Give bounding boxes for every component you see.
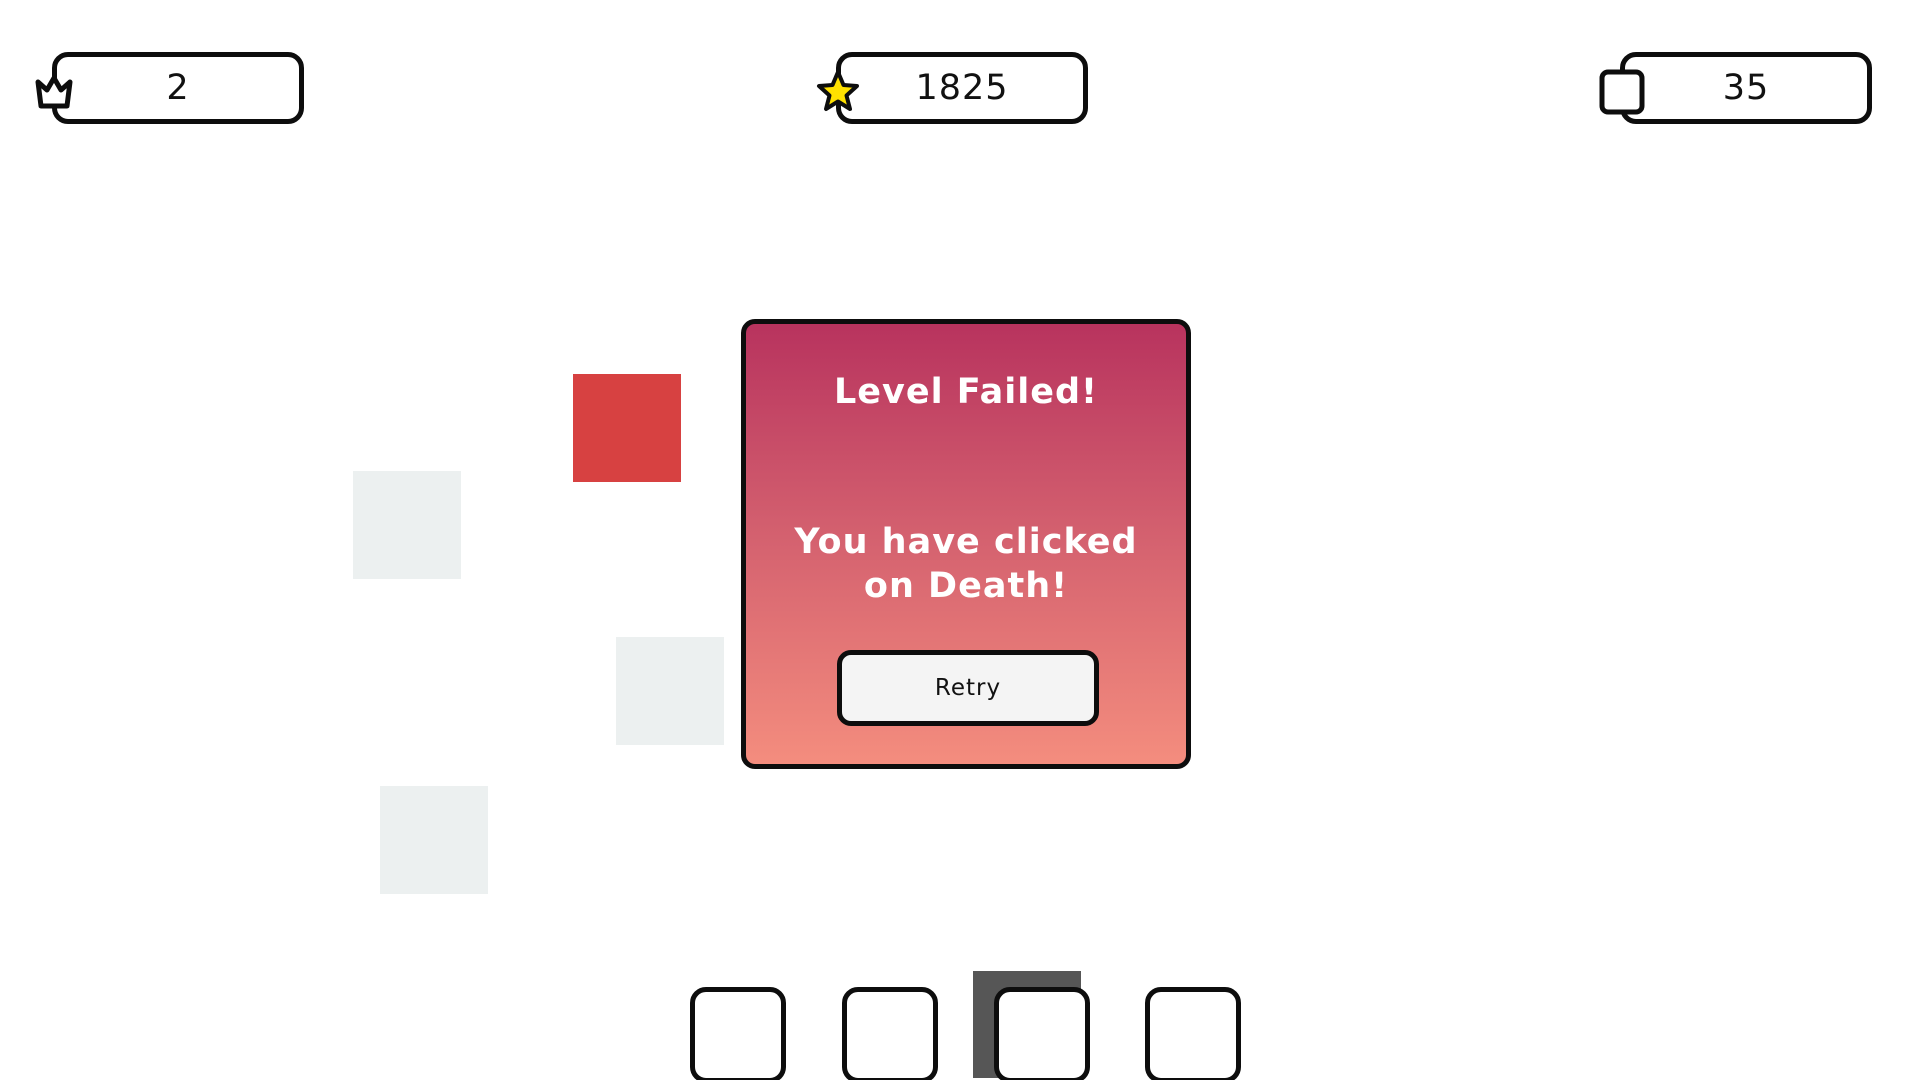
square-icon [1599, 69, 1645, 115]
lives-box: 2 [52, 52, 304, 124]
faded-tile [616, 637, 724, 745]
score-value: 1825 [915, 68, 1009, 108]
remaining-box: 35 [1620, 52, 1872, 124]
remaining-counter: 35 [1599, 52, 1876, 124]
tile-slot-3[interactable] [994, 987, 1090, 1080]
lives-value: 2 [166, 68, 190, 108]
crown-icon [35, 75, 73, 109]
dialog-title: Level Failed! [834, 372, 1098, 412]
remaining-value: 35 [1722, 68, 1770, 108]
tile-slot-1[interactable] [690, 987, 786, 1080]
lives-counter: 2 [35, 52, 308, 124]
game-stage: 2 1825 35 Level Failed! You have clicked… [0, 0, 1920, 1080]
faded-tile [380, 786, 488, 894]
retry-button[interactable]: Retry [837, 650, 1099, 726]
tile-slot-4[interactable] [1145, 987, 1241, 1080]
star-icon [817, 70, 859, 111]
death-tile[interactable] [573, 374, 681, 482]
level-failed-dialog: Level Failed! You have clicked on Death!… [741, 319, 1191, 769]
score-box: 1825 [836, 52, 1088, 124]
faded-tile [353, 471, 461, 579]
tile-slot-2[interactable] [842, 987, 938, 1080]
score-counter: 1825 [817, 52, 1092, 124]
dialog-message: You have clicked on Death! [794, 522, 1138, 606]
